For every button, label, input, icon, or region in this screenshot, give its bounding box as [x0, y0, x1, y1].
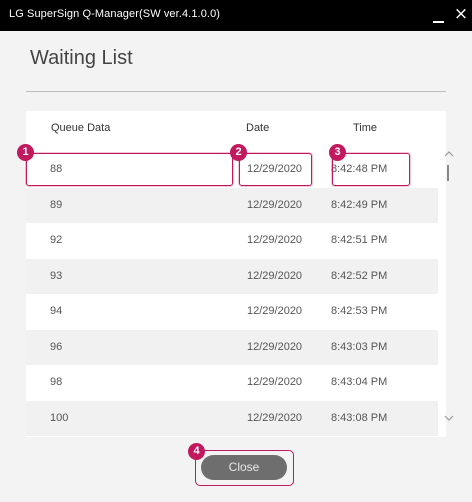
title-bar: LG SuperSign Q-Manager(SW ver.4.1.0.0) ×	[0, 0, 472, 31]
scroll-down-icon[interactable]	[444, 414, 454, 422]
cell-date: 12/29/2020	[247, 411, 303, 424]
cell-date: 12/29/2020	[247, 340, 303, 353]
callout-box-close: Close	[195, 450, 294, 486]
callout-badge-2: 2	[230, 144, 247, 161]
vertical-scrollbar[interactable]	[442, 146, 456, 431]
page-title: Waiting List	[30, 47, 133, 69]
scroll-thumb[interactable]	[447, 165, 449, 181]
column-header-time: Time	[353, 122, 378, 134]
column-header-date: Date	[246, 122, 270, 134]
cell-queue-data: 94	[50, 305, 63, 317]
table-row[interactable]: 98 12/29/2020 8:43:04 PM	[26, 365, 438, 401]
cell-date: 12/29/2020	[247, 198, 303, 211]
window-close-icon[interactable]: ×	[452, 4, 470, 24]
cell-queue-data: 100	[50, 411, 69, 424]
callout-box-queue-data	[26, 153, 233, 186]
cell-date: 12/29/2020	[247, 269, 303, 282]
cell-queue-data: 89	[50, 198, 63, 211]
cell-time: 8:42:53 PM	[331, 305, 388, 317]
waiting-list-window: Waiting List Queue Data Date Time 88 12/…	[0, 31, 472, 502]
divider	[26, 91, 446, 92]
cell-time: 8:43:08 PM	[331, 411, 388, 424]
window-title: LG SuperSign Q-Manager(SW ver.4.1.0.0)	[9, 8, 221, 20]
minimize-button[interactable]	[431, 8, 447, 24]
cell-queue-data: 93	[50, 269, 63, 282]
cell-date: 12/29/2020	[247, 305, 303, 317]
table-row[interactable]: 89 12/29/2020 8:42:49 PM	[26, 187, 438, 223]
table-row[interactable]: 96 12/29/2020 8:43:03 PM	[26, 329, 438, 365]
cell-date: 12/29/2020	[247, 234, 303, 246]
callout-box-date	[239, 153, 312, 186]
cell-queue-data: 92	[50, 234, 63, 246]
callout-badge-4: 4	[188, 443, 205, 460]
close-button[interactable]: Close	[201, 455, 287, 480]
cell-time: 8:43:04 PM	[331, 376, 388, 388]
cell-time: 8:42:49 PM	[331, 198, 388, 211]
callout-badge-3: 3	[329, 144, 346, 161]
cell-time: 8:42:51 PM	[331, 234, 388, 246]
table-header: Queue Data Date Time	[26, 111, 446, 147]
column-header-queue-data: Queue Data	[51, 122, 111, 134]
table-row[interactable]: 93 12/29/2020 8:42:52 PM	[26, 258, 438, 294]
cell-time: 8:43:03 PM	[331, 340, 388, 353]
cell-date: 12/29/2020	[247, 376, 303, 388]
cell-queue-data: 96	[50, 340, 63, 353]
table-row[interactable]: 100 12/29/2020 8:43:08 PM	[26, 400, 438, 436]
table-body: 88 12/29/2020 8:42:48 PM 89 12/29/2020 8…	[26, 152, 446, 436]
table-row[interactable]: 92 12/29/2020 8:42:51 PM	[26, 223, 438, 259]
table-row[interactable]: 94 12/29/2020 8:42:53 PM	[26, 294, 438, 330]
cell-queue-data: 98	[50, 376, 63, 388]
callout-badge-1: 1	[17, 144, 34, 161]
scroll-up-icon[interactable]	[444, 150, 454, 158]
cell-time: 8:42:52 PM	[331, 269, 388, 282]
